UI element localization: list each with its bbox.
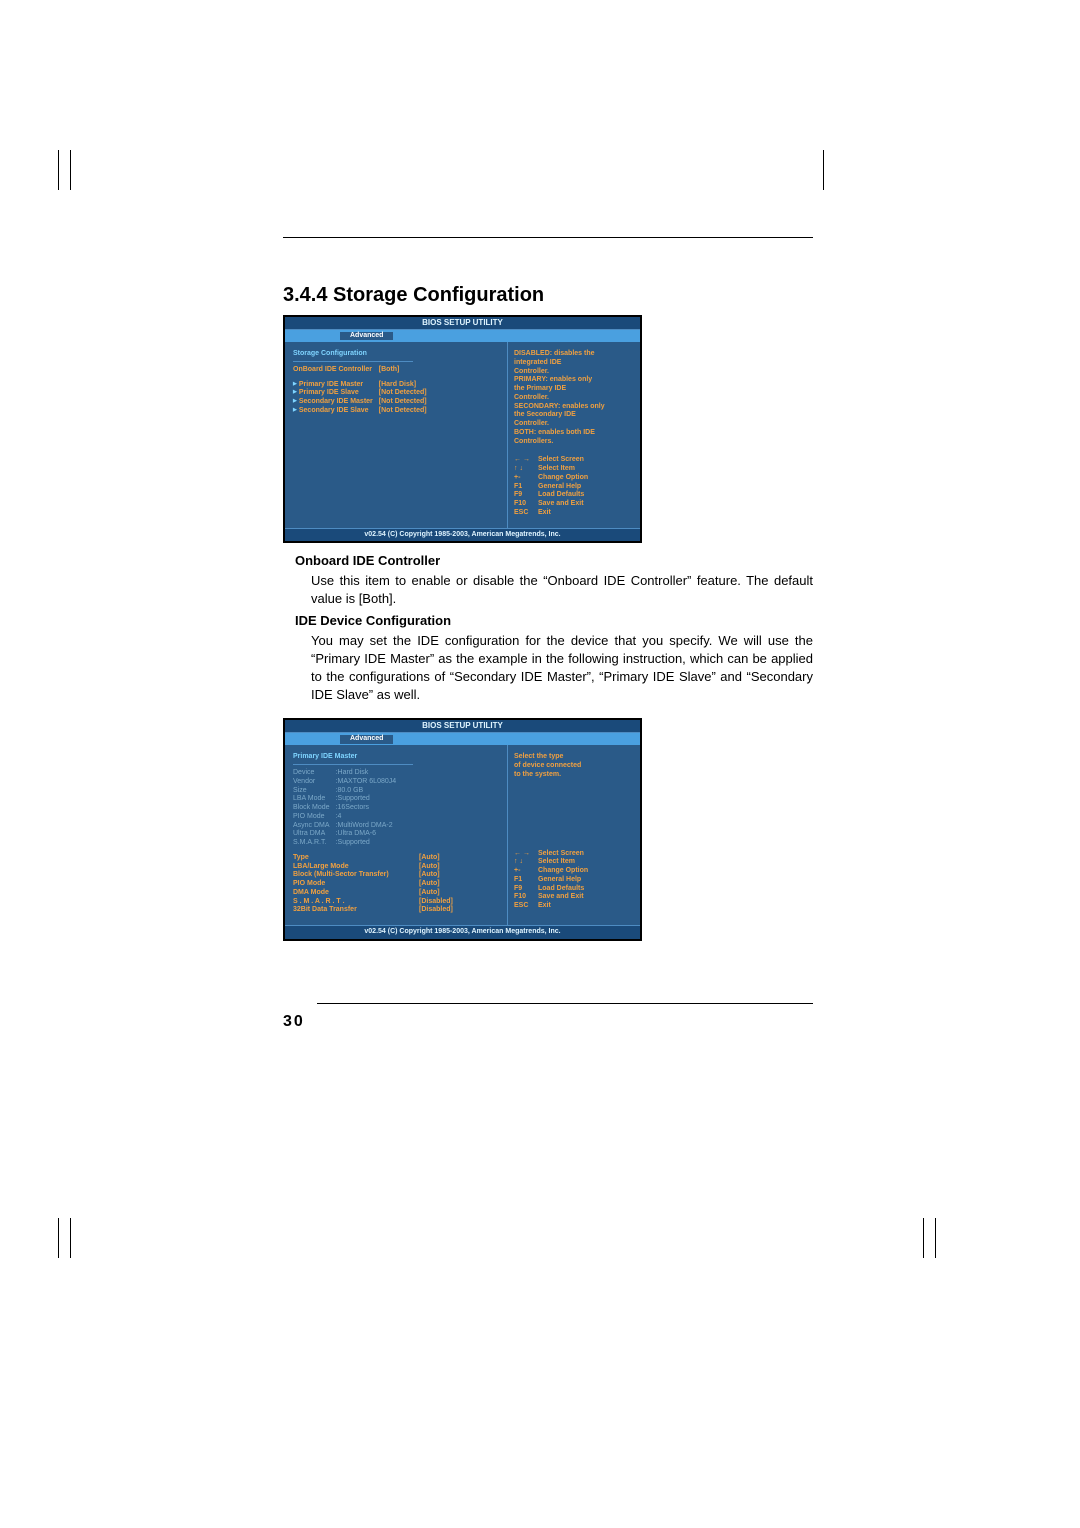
bios-row-label: DMA Mode (293, 889, 419, 898)
bios-info-val: :Ultra DMA-6 (336, 830, 403, 839)
bios-screenshot-primary-ide: BIOS SETUP UTILITY Advanced Primary IDE … (283, 718, 642, 941)
bios-row-label: Secondary IDE Slave (293, 407, 379, 416)
bios-info-key: LBA Mode (293, 795, 336, 804)
bios-row-value: [Both] (379, 366, 433, 375)
bios-row-value: [Disabled] (419, 898, 459, 907)
bios-footer: v02.54 (C) Copyright 1985-2003, American… (285, 925, 640, 939)
bios-left-pane: Primary IDE Master Device:Hard Disk Vend… (285, 745, 507, 925)
bios-help-line: DISABLED: disables the (514, 350, 634, 359)
bios-help-line: to the system. (514, 771, 634, 780)
bios-info-val: :MultiWord DMA-2 (336, 822, 403, 831)
bios-info-key: Block Mode (293, 804, 336, 813)
bios-title: BIOS SETUP UTILITY (285, 317, 640, 330)
bios-info-val: :16Sectors (336, 804, 403, 813)
bios-left-pane: Storage Configuration OnBoard IDE Contro… (285, 342, 507, 528)
bios-help-line: the Secondary IDE (514, 411, 634, 420)
page-content: 3.4.4 Storage Configuration BIOS SETUP U… (283, 237, 813, 1031)
bios-help-line: Select the type (514, 753, 634, 762)
desc-text-ide-device: You may set the IDE configuration for th… (311, 632, 813, 705)
bios-info-val: :Supported (336, 795, 403, 804)
bios-row-value: [Auto] (419, 880, 459, 889)
bios-info-val: :4 (336, 813, 403, 822)
desc-text-onboard: Use this item to enable or disable the “… (311, 572, 813, 608)
section-title: 3.4.4 Storage Configuration (283, 284, 813, 307)
bios-row-value: [Not Detected] (379, 407, 433, 416)
bios-help-line: Controller. (514, 394, 634, 403)
bios-row-value: [Hard Disk] (379, 381, 433, 390)
bios-row-value: [Disabled] (419, 906, 459, 915)
bios-help-line: Controller. (514, 420, 634, 429)
bios-help-line: integrated IDE (514, 359, 634, 368)
crop-mark (805, 150, 845, 190)
bios-help-line: Controllers. (514, 438, 634, 447)
bios-info-val: :Supported (336, 839, 403, 848)
bios-nav-keys: ← →Select Screen ↑ ↓Select Item +-Change… (514, 850, 634, 911)
bios-row-label: Type (293, 854, 419, 863)
bios-row-label: Block (Multi-Sector Transfer) (293, 871, 419, 880)
bios-row-label: Secondary IDE Master (293, 398, 379, 407)
crop-mark (40, 150, 80, 190)
bios-screenshot-storage: BIOS SETUP UTILITY Advanced Storage Conf… (283, 315, 642, 543)
bios-info-key: Ultra DMA (293, 830, 336, 839)
bios-tab-advanced: Advanced (340, 735, 393, 744)
bios-info-key: Vendor (293, 778, 336, 787)
bios-info-table: Device:Hard Disk Vendor:MAXTOR 6L080J4 S… (293, 769, 402, 848)
bios-info-val: :80.0 GB (336, 787, 403, 796)
bios-title: BIOS SETUP UTILITY (285, 720, 640, 733)
bios-row-value: [Not Detected] (379, 389, 433, 398)
bios-help-line: of device connected (514, 762, 634, 771)
bios-menu-bar: Advanced (285, 330, 640, 342)
bios-row-label: Primary IDE Master (293, 381, 379, 390)
bios-help-line: BOTH: enables both IDE (514, 429, 634, 438)
bios-row-label: 32Bit Data Transfer (293, 906, 419, 915)
desc-heading-onboard: Onboard IDE Controller (295, 553, 813, 568)
bios-help-line: the Primary IDE (514, 385, 634, 394)
bios-row-value: [Auto] (419, 871, 459, 880)
bios-row-label: PIO Mode (293, 880, 419, 889)
bios-pane-heading: Storage Configuration (293, 350, 499, 359)
bios-row-label: LBA/Large Mode (293, 863, 419, 872)
bios-row-label: S . M . A . R . T . (293, 898, 419, 907)
crop-mark (905, 1218, 945, 1258)
bios-help-line: Controller. (514, 368, 634, 377)
bios-info-val: :MAXTOR 6L080J4 (336, 778, 403, 787)
bios-row-label: Primary IDE Slave (293, 389, 379, 398)
desc-heading-ide-device: IDE Device Configuration (295, 613, 813, 628)
bios-help-pane: Select the type of device connected to t… (507, 745, 640, 925)
description-block: Onboard IDE Controller Use this item to … (283, 553, 813, 704)
bios-help-line: PRIMARY: enables only (514, 376, 634, 385)
bios-row-value: [Auto] (419, 854, 459, 863)
header-rule (283, 237, 813, 238)
bios-pane-heading: Primary IDE Master (293, 753, 499, 762)
section-number: 3.4.4 (283, 284, 327, 306)
crop-mark (40, 1218, 80, 1258)
section-heading: Storage Configuration (333, 284, 544, 306)
page-number: 30 (283, 1013, 305, 1031)
bios-footer: v02.54 (C) Copyright 1985-2003, American… (285, 528, 640, 542)
bios-help-line: SECONDARY: enables only (514, 403, 634, 412)
bios-info-val: :Hard Disk (336, 769, 403, 778)
bios-menu-bar: Advanced (285, 733, 640, 745)
bios-info-key: Device (293, 769, 336, 778)
bios-info-key: Size (293, 787, 336, 796)
bios-info-key: PIO Mode (293, 813, 336, 822)
bios-help-pane: DISABLED: disables the integrated IDE Co… (507, 342, 640, 528)
bios-info-key: Async DMA (293, 822, 336, 831)
bios-row-label: OnBoard IDE Controller (293, 366, 379, 375)
footer-rule: 30 (283, 977, 813, 1031)
bios-row-value: [Auto] (419, 863, 459, 872)
bios-row-value: [Auto] (419, 889, 459, 898)
bios-nav-keys: ← →Select Screen ↑ ↓Select Item +-Change… (514, 456, 634, 517)
bios-info-key: S.M.A.R.T. (293, 839, 336, 848)
bios-tab-advanced: Advanced (340, 332, 393, 341)
bios-row-value: [Not Detected] (379, 398, 433, 407)
